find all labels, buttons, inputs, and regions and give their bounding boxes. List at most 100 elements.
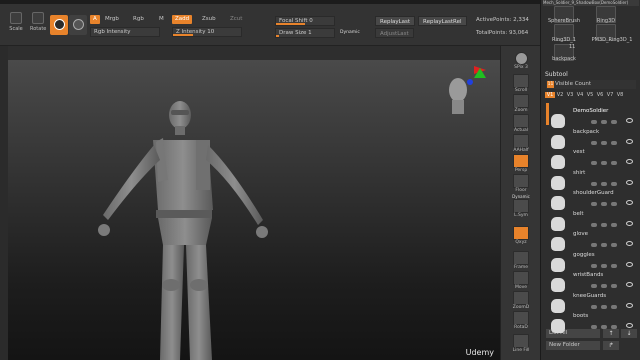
material-swatch-button[interactable] — [50, 15, 68, 35]
new-folder-button[interactable]: New Folder — [546, 341, 600, 350]
z-intensity-slider[interactable]: Z Intensity 10 — [172, 27, 242, 37]
shelf-label: Zoom — [514, 108, 528, 113]
subtool-toggle-icon[interactable] — [611, 120, 617, 124]
a-toggle[interactable]: A — [90, 15, 100, 24]
scale-button[interactable]: Scale — [8, 12, 24, 32]
subtool-toggle-icon[interactable] — [591, 161, 597, 165]
eye-icon[interactable] — [626, 179, 633, 185]
adjust-last-button[interactable]: AdjustLast — [375, 28, 414, 38]
subtool-toggle-icon[interactable] — [611, 263, 617, 268]
subtool-toggle-icon[interactable] — [601, 222, 607, 227]
axis-z-dot — [467, 79, 473, 85]
mrgb-toggle[interactable]: Mrgb — [102, 15, 122, 24]
eye-icon[interactable] — [626, 118, 633, 123]
rgb-intensity-label: Rgb Intensity — [94, 29, 131, 35]
floor-icon — [513, 174, 529, 188]
subtool-toggle-icon[interactable] — [601, 120, 607, 124]
shelf-label: Persp — [514, 168, 528, 173]
subtool-toggle-icon[interactable] — [601, 325, 607, 329]
shelf-zoom[interactable]: Zoom — [506, 94, 536, 113]
subtool-toggle-icon[interactable] — [611, 202, 617, 206]
draw-size-slider[interactable]: Draw Size 1 — [275, 28, 335, 38]
subtool-toggle-icon[interactable] — [591, 202, 597, 206]
eye-icon[interactable] — [626, 261, 633, 267]
eye-icon[interactable] — [626, 282, 633, 287]
tab-v4[interactable]: V4 — [575, 92, 585, 98]
subtool-toggle-icon[interactable] — [601, 284, 607, 288]
shelf-frame[interactable]: Frame — [506, 251, 536, 270]
subtool-toggle-icon[interactable] — [611, 284, 617, 288]
subtool-toggle-icon[interactable] — [611, 161, 617, 165]
subtool-toggle-icon[interactable] — [611, 140, 617, 145]
subtool-toggle-icon[interactable] — [591, 263, 597, 268]
eye-icon[interactable] — [626, 220, 633, 226]
tab-v2[interactable]: V2 — [555, 92, 565, 98]
replay-last-rel-button[interactable]: ReplayLastRel — [418, 16, 467, 26]
shelf-move[interactable]: Move — [506, 271, 536, 290]
shelf-zoomd[interactable]: ZoomD — [506, 291, 536, 310]
rotate-button[interactable]: Rotate — [30, 12, 46, 32]
subtool-toggle-icon[interactable] — [611, 304, 617, 309]
subtool-toggle-icon[interactable] — [591, 222, 597, 227]
subtool-toggle-icon[interactable] — [591, 284, 597, 288]
eye-icon[interactable] — [626, 159, 633, 164]
eye-icon[interactable] — [626, 241, 633, 246]
shelf-linefill[interactable]: Line Fill — [506, 334, 536, 353]
shelf-qxyz[interactable]: Qxyz — [506, 226, 536, 245]
focal-shift-slider[interactable]: Focal Shift 0 — [275, 16, 335, 26]
spix-icon — [514, 52, 528, 65]
zadd-toggle[interactable]: Zadd — [172, 15, 193, 24]
subtool-row[interactable]: boots — [551, 313, 637, 339]
subtool-title[interactable]: Subtool — [545, 71, 568, 78]
eye-icon[interactable] — [626, 138, 633, 144]
texture-swatch-button[interactable] — [69, 15, 87, 35]
shelf-actual[interactable]: Actual — [506, 114, 536, 133]
shelf-lsym[interactable]: Dynamic L.Sym — [506, 194, 536, 218]
subtool-toggle-icon[interactable] — [601, 304, 607, 309]
shelf-floor[interactable]: Floor — [506, 174, 536, 193]
shelf-persp[interactable]: Persp — [506, 154, 536, 173]
eye-icon[interactable] — [626, 302, 633, 308]
replay-last-button[interactable]: ReplayLast — [375, 16, 416, 26]
spix-button[interactable]: SPix 3 — [506, 52, 536, 70]
subtool-toggle-icon[interactable] — [591, 243, 597, 247]
subtool-toggle-icon[interactable] — [591, 325, 597, 329]
subtool-toggle-icon[interactable] — [601, 161, 607, 165]
dynamic-toggle[interactable]: Dynamic — [340, 30, 360, 35]
zsub-toggle[interactable]: Zsub — [199, 15, 219, 24]
eye-icon[interactable] — [626, 323, 633, 328]
tab-v3[interactable]: V3 — [565, 92, 575, 98]
next-button[interactable]: ↱ — [603, 341, 619, 350]
subtool-toggle-icon[interactable] — [591, 120, 597, 124]
tab-v6[interactable]: V6 — [595, 92, 605, 98]
tab-v5[interactable]: V5 — [585, 92, 595, 98]
eye-icon[interactable] — [626, 200, 633, 205]
subtool-name: vest — [573, 149, 585, 155]
shelf-rotad[interactable]: RotaD — [506, 311, 536, 330]
subtool-toggle-icon[interactable] — [611, 181, 617, 186]
subtool-toggle-icon[interactable] — [611, 222, 617, 227]
tab-v8[interactable]: V8 — [615, 92, 625, 98]
shelf-aahalf[interactable]: AAHalf — [506, 134, 536, 153]
subtool-toggle-icon[interactable] — [591, 304, 597, 309]
subtool-toggle-icon[interactable] — [601, 243, 607, 247]
canvas-viewport[interactable]: Udemy — [8, 60, 500, 360]
zcut-toggle[interactable]: Zcut — [227, 15, 245, 24]
shelf-label: Qxyz — [515, 240, 527, 245]
tab-v7[interactable]: V7 — [605, 92, 615, 98]
shelf-label: RotaD — [514, 325, 528, 330]
subtool-toggle-icon[interactable] — [611, 325, 617, 329]
rgb-toggle[interactable]: Rgb — [130, 15, 147, 24]
subtool-toggle-icon[interactable] — [601, 181, 607, 186]
subtool-toggle-icon[interactable] — [591, 140, 597, 145]
shelf-scroll[interactable]: Scroll — [506, 74, 536, 93]
subtool-toggle-icon[interactable] — [611, 243, 617, 247]
visible-count-slider[interactable]: 11 Visible Count — [546, 80, 636, 89]
tab-v1[interactable]: V1 — [545, 92, 555, 98]
subtool-toggle-icon[interactable] — [601, 263, 607, 268]
m-toggle[interactable]: M — [156, 15, 167, 24]
rgb-intensity-slider[interactable]: Rgb Intensity — [90, 27, 160, 37]
subtool-toggle-icon[interactable] — [601, 202, 607, 206]
subtool-toggle-icon[interactable] — [601, 140, 607, 145]
subtool-toggle-icon[interactable] — [591, 181, 597, 186]
